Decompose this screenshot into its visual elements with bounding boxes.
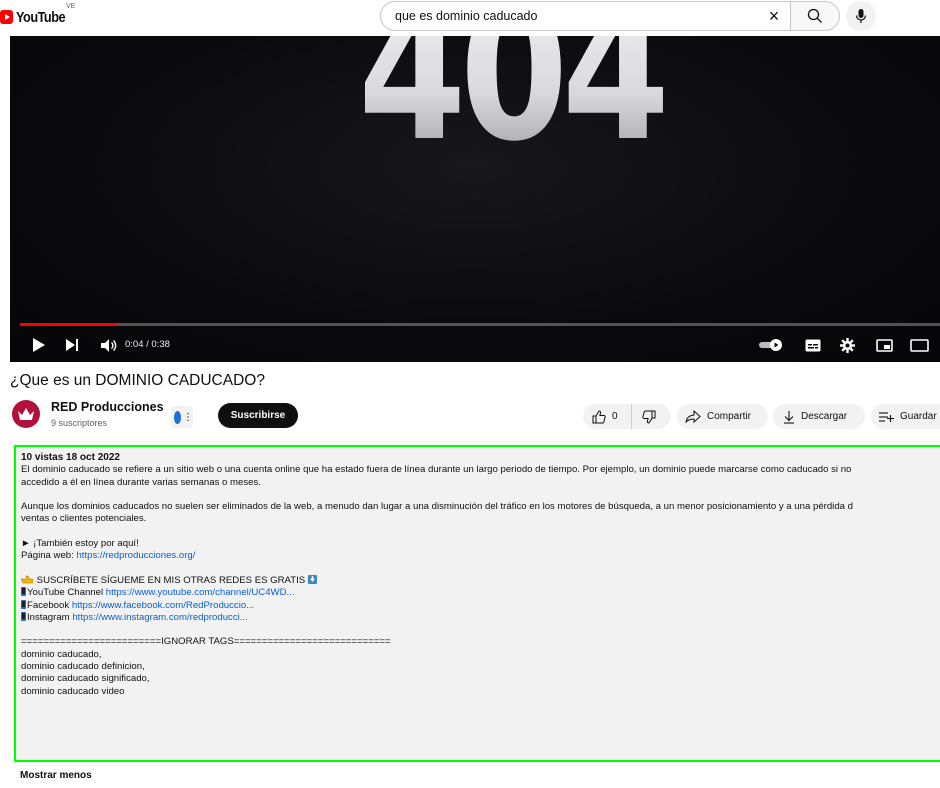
save-button[interactable]: Guardar bbox=[871, 404, 940, 429]
logo-text: YouTube bbox=[16, 8, 66, 26]
facebook-line: Facebook https://www.facebook.com/RedPro… bbox=[21, 599, 940, 612]
gear-icon bbox=[839, 337, 855, 353]
thumbs-down-icon bbox=[641, 410, 655, 424]
phone-icon bbox=[21, 599, 26, 609]
more-options-icon: ⋮ bbox=[183, 411, 193, 423]
download-label: Descargar bbox=[801, 411, 848, 422]
subscribe-button[interactable]: Suscribirse bbox=[218, 403, 298, 428]
microphone-icon bbox=[855, 9, 867, 23]
masthead: YouTube VE que es dominio caducado × bbox=[0, 0, 940, 36]
subtitles-icon bbox=[805, 339, 821, 351]
like-button[interactable]: 0 bbox=[583, 404, 632, 429]
video-player[interactable]: 404 0:04 / 0:38 bbox=[10, 36, 940, 362]
youtube-channel-label: YouTube Channel bbox=[27, 587, 106, 599]
website-link[interactable]: https://redproducciones.org/ bbox=[76, 550, 195, 561]
tag-line: dominio caducado definicion, bbox=[21, 661, 145, 673]
instagram-line: Instagram https://www.instagram.com/redp… bbox=[21, 611, 940, 624]
dislike-button[interactable] bbox=[632, 404, 671, 429]
share-label: Compartir bbox=[707, 411, 751, 422]
progress-played bbox=[20, 323, 117, 326]
search-icon bbox=[807, 8, 822, 23]
channel-name[interactable]: RED Producciones bbox=[51, 400, 164, 414]
subtitles-button[interactable] bbox=[804, 336, 822, 354]
volume-button[interactable] bbox=[99, 336, 119, 354]
next-icon bbox=[65, 339, 78, 351]
website-label: Página web: bbox=[21, 550, 77, 562]
view-count-date: 10 vistas 18 oct 2022 bbox=[21, 452, 120, 463]
playlist-add-icon bbox=[879, 411, 894, 422]
youtube-channel-line: YouTube Channel https://www.youtube.com/… bbox=[21, 587, 940, 599]
search-query: que es dominio caducado bbox=[395, 9, 538, 23]
description-text: ► ¡También estoy por aquí! bbox=[21, 538, 139, 550]
youtube-play-icon bbox=[0, 10, 13, 24]
channel-avatar[interactable] bbox=[12, 400, 40, 428]
search-input[interactable]: que es dominio caducado × bbox=[380, 1, 790, 31]
download-button[interactable]: Descargar bbox=[773, 404, 865, 429]
theater-mode-icon bbox=[909, 338, 929, 352]
video-frame: 404 bbox=[10, 36, 940, 362]
player-controls: 0:04 / 0:38 bbox=[10, 330, 940, 360]
description-text: El dominio caducado se refiere a un siti… bbox=[21, 464, 852, 476]
facebook-link[interactable]: https://www.facebook.com/RedProduccio... bbox=[72, 600, 254, 611]
share-icon bbox=[685, 410, 701, 423]
instagram-link[interactable]: https://www.instagram.com/redproducci... bbox=[72, 612, 247, 623]
tag-line: dominio caducado video bbox=[21, 685, 125, 697]
miniplayer-button[interactable] bbox=[874, 336, 894, 354]
thumbs-up-icon bbox=[592, 409, 606, 423]
search-button[interactable] bbox=[790, 1, 840, 31]
share-button[interactable]: Compartir bbox=[677, 404, 768, 429]
clear-search-icon[interactable]: × bbox=[764, 7, 784, 27]
channel-chip[interactable]: ⋮ bbox=[171, 406, 193, 428]
instagram-label: Instagram bbox=[27, 611, 73, 623]
description-text: accedido a él en línea durante varias se… bbox=[21, 476, 261, 488]
video-frame-text: 404 bbox=[358, 36, 670, 168]
description-text: ventas o clientes potenciales. bbox=[21, 513, 147, 525]
country-code: VE bbox=[66, 3, 76, 10]
website-line: Página web: https://redproducciones.org/ bbox=[21, 550, 940, 562]
phone-icon bbox=[21, 587, 26, 597]
video-title: ¿Que es un DOMINIO CADUCADO? bbox=[10, 372, 265, 389]
voice-search-button[interactable] bbox=[846, 1, 876, 31]
like-count: 0 bbox=[612, 411, 618, 422]
download-icon bbox=[784, 410, 794, 424]
progress-bar[interactable] bbox=[20, 323, 940, 326]
autoplay-toggle[interactable] bbox=[758, 336, 786, 354]
channel-badge-icon bbox=[174, 410, 181, 424]
follow-line: SUSCRÍBETE SÍGUEME EN MIS OTRAS REDES ES… bbox=[21, 574, 940, 587]
youtube-channel-link[interactable]: https://www.youtube.com/channel/UC4WD... bbox=[106, 587, 295, 598]
tag-line: dominio caducado significado, bbox=[21, 673, 150, 685]
description-text: Aunque los dominios caducados no suelen … bbox=[21, 501, 853, 513]
pointing-hand-icon bbox=[21, 575, 33, 584]
next-button[interactable] bbox=[64, 336, 80, 354]
crown-logo-icon bbox=[18, 408, 34, 420]
phone-icon bbox=[21, 611, 26, 621]
save-label: Guardar bbox=[900, 411, 937, 422]
down-arrow-icon bbox=[307, 574, 317, 584]
play-button[interactable] bbox=[30, 336, 46, 354]
subscriber-count: 9 suscriptores bbox=[51, 418, 108, 428]
tags-header: =========================IGNORAR TAGS===… bbox=[21, 636, 391, 648]
play-icon bbox=[32, 338, 45, 352]
youtube-logo[interactable]: YouTube VE bbox=[0, 3, 75, 27]
like-dislike-group: 0 bbox=[583, 404, 671, 429]
time-display: 0:04 / 0:38 bbox=[125, 339, 170, 350]
facebook-label: Facebook bbox=[27, 599, 72, 611]
follow-text: SUSCRÍBETE SÍGUEME EN MIS OTRAS REDES ES… bbox=[34, 574, 308, 586]
autoplay-toggle-icon bbox=[759, 339, 782, 351]
volume-icon bbox=[100, 338, 116, 352]
tag-line: dominio caducado, bbox=[21, 648, 102, 660]
miniplayer-icon bbox=[875, 338, 893, 352]
theater-mode-button[interactable] bbox=[908, 336, 930, 354]
show-less-button[interactable]: Mostrar menos bbox=[20, 770, 92, 781]
settings-button[interactable] bbox=[838, 336, 856, 354]
description-box[interactable]: 10 vistas 18 oct 2022 El dominio caducad… bbox=[14, 445, 940, 762]
